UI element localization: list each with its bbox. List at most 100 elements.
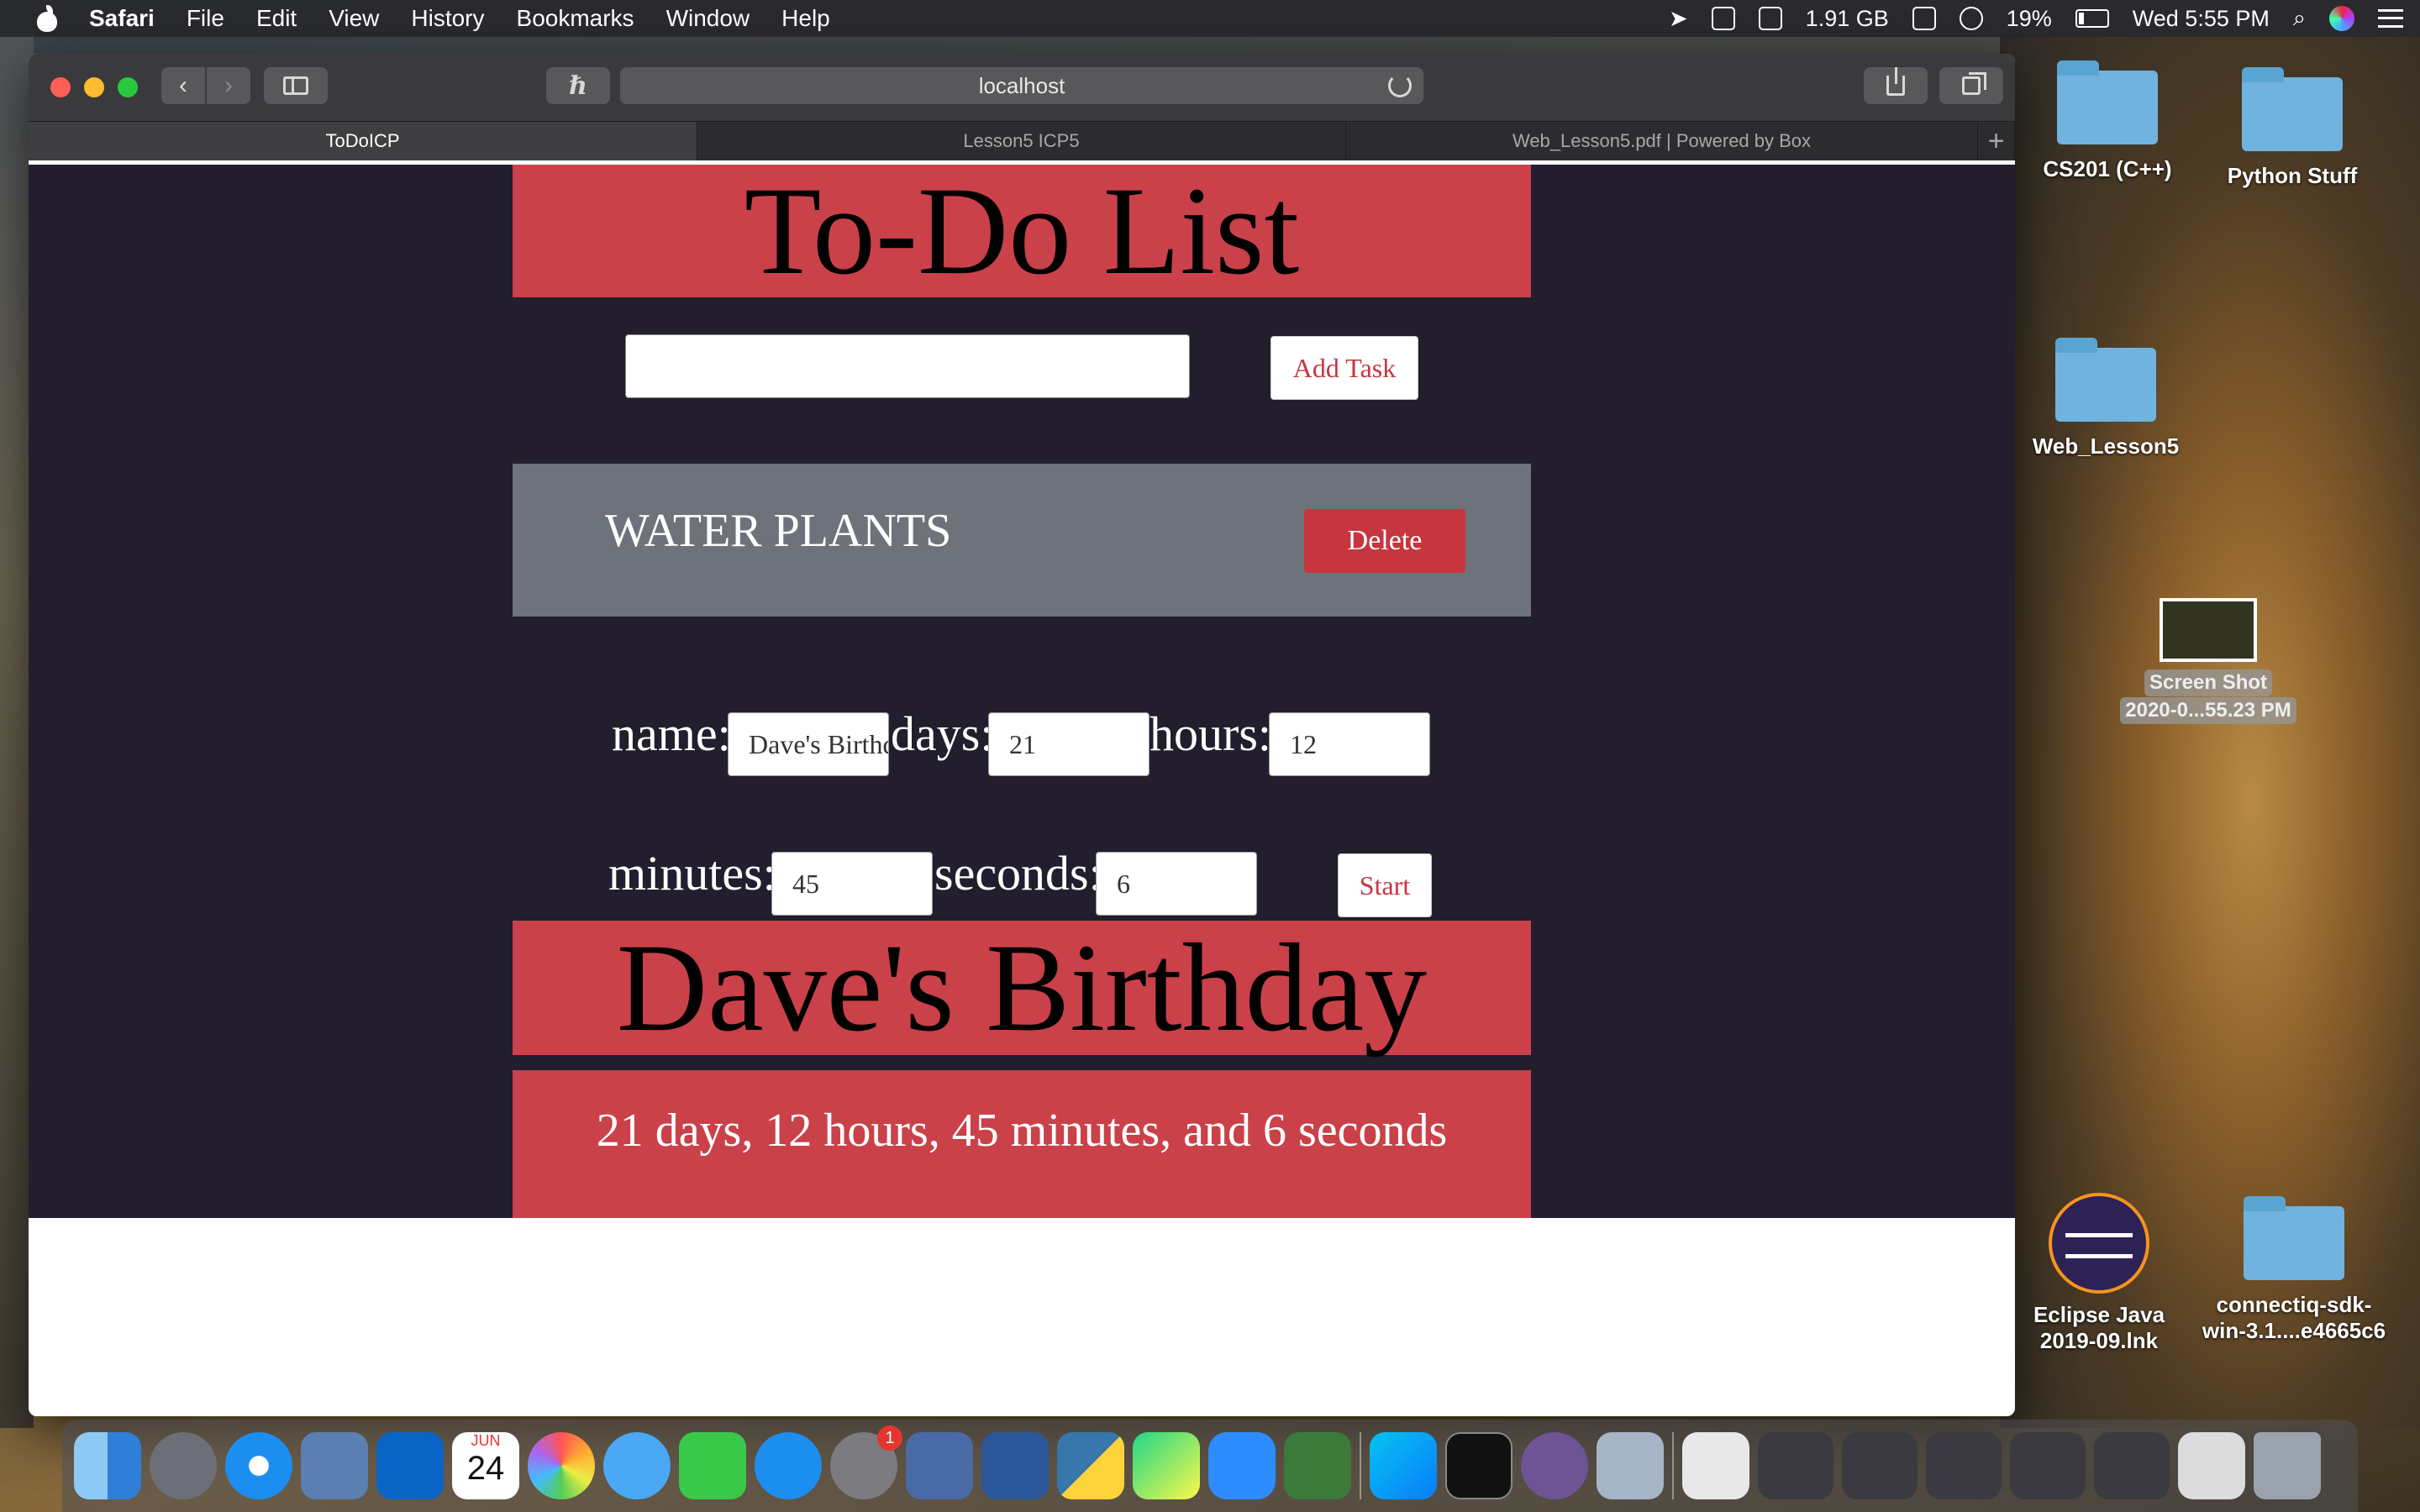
desktop-eclipse-shortcut[interactable]: Eclipse Java 2019-09.lnk (2007, 1193, 2191, 1354)
desktop-folder-connectiq[interactable]: connectiq-sdk- win-3.1....e4665c6 (2202, 1196, 2386, 1344)
photos-icon[interactable] (528, 1432, 595, 1499)
github-icon[interactable] (1521, 1432, 1588, 1499)
days-input[interactable]: 21 (988, 712, 1150, 776)
minimized-window-icon[interactable] (2094, 1432, 2170, 1499)
messages-icon[interactable] (603, 1432, 671, 1499)
desktop-icon-label-line2: 2020-0...55.23 PM (2120, 697, 2296, 724)
outlook-icon[interactable] (376, 1432, 444, 1499)
webstorm-icon[interactable] (1370, 1432, 1437, 1499)
minutes-label: minutes: (608, 846, 776, 900)
menu-edit[interactable]: Edit (256, 5, 297, 32)
calendar-icon[interactable]: JUN 24 (452, 1432, 519, 1499)
finder-icon[interactable] (74, 1432, 141, 1499)
folder-icon (2055, 338, 2156, 422)
remote-desktop-icon[interactable] (906, 1432, 973, 1499)
desktop-folder-cs201[interactable]: CS201 (C++) (2015, 60, 2200, 182)
chevron-left-icon: ‹ (179, 71, 187, 99)
dock: JUN 24 1 (62, 1420, 2358, 1512)
apple-menu-icon[interactable] (35, 5, 59, 32)
menu-app-name[interactable]: Safari (89, 5, 155, 32)
terminal-icon[interactable] (1445, 1432, 1512, 1499)
share-button[interactable] (1864, 67, 1928, 104)
desktop-icon-label-line2: win-3.1....e4665c6 (2202, 1318, 2386, 1343)
trash-icon[interactable] (2254, 1432, 2321, 1499)
desktop-screenshot-file[interactable]: Screen Shot 2020-0...55.23 PM (2116, 598, 2301, 724)
fullscreen-window-button[interactable] (118, 77, 138, 97)
spotlight-search-icon[interactable]: ⌕ (2293, 5, 2306, 32)
python-icon[interactable] (1057, 1432, 1124, 1499)
menu-view[interactable]: View (329, 5, 379, 32)
tab-lesson5-icp5[interactable]: Lesson5 ICP5 (697, 122, 1346, 160)
event-title: Dave's Birthday (513, 921, 1531, 1055)
folder-icon (2242, 67, 2343, 151)
system-preferences-icon[interactable]: 1 (830, 1425, 902, 1499)
days-label: days: (891, 706, 994, 761)
address-bar[interactable]: localhost (620, 67, 1423, 104)
preview-icon[interactable] (1597, 1432, 1664, 1499)
forward-button[interactable]: › (207, 67, 250, 104)
menu-help[interactable]: Help (781, 5, 830, 32)
reload-icon[interactable] (1388, 74, 1412, 97)
menu-bookmarks[interactable]: Bookmarks (517, 5, 634, 32)
minimized-window-icon[interactable] (1842, 1432, 1918, 1499)
sidebar-toggle-button[interactable] (264, 67, 328, 104)
minutes-input[interactable]: 45 (771, 852, 933, 916)
countdown-text: 21 days, 12 hours, 45 minutes, and 6 sec… (596, 1105, 1448, 1157)
add-task-button[interactable]: Add Task (1270, 336, 1418, 400)
minimize-window-button[interactable] (84, 77, 104, 97)
siri-icon[interactable] (2329, 6, 2354, 31)
name-label: name: (612, 706, 731, 761)
safari-icon[interactable] (225, 1432, 292, 1499)
extension-button[interactable]: ℏ (546, 67, 610, 104)
dock-separator (1360, 1432, 1361, 1499)
show-tabs-button[interactable] (1939, 67, 2003, 104)
launchpad-icon[interactable] (150, 1432, 217, 1499)
memory-icon[interactable] (1758, 7, 1782, 30)
hours-label: hours: (1150, 706, 1271, 761)
safari-window: ‹ › ℏ localhost ToDoICP Lesson5 ICP5 Web… (29, 54, 2015, 1416)
minimized-window-icon[interactable] (1926, 1432, 2002, 1499)
delete-task-button[interactable]: Delete (1304, 509, 1465, 573)
menu-window[interactable]: Window (666, 5, 750, 32)
word-icon[interactable] (981, 1432, 1049, 1499)
notification-center-icon[interactable] (2378, 9, 2403, 28)
start-button[interactable]: Start (1338, 853, 1432, 917)
menu-file[interactable]: File (187, 5, 224, 32)
task-input[interactable] (625, 334, 1190, 398)
event-name-input[interactable]: Dave's Birthday (728, 712, 889, 776)
eclipse-icon (2049, 1193, 2149, 1294)
pycharm-icon[interactable] (1133, 1432, 1200, 1499)
menu-history[interactable]: History (411, 5, 484, 32)
new-tab-button[interactable]: + (1978, 122, 2015, 160)
page-blank-area (29, 1218, 2015, 1416)
facetime-icon[interactable] (679, 1432, 746, 1499)
app-store-icon[interactable] (755, 1432, 822, 1499)
address-text: localhost (978, 72, 1065, 98)
desktop-folder-web-lesson5[interactable]: Web_Lesson5 (2013, 338, 2198, 459)
close-window-button[interactable] (50, 77, 71, 97)
battery-icon[interactable] (2075, 9, 2109, 28)
minimized-window-icon[interactable] (1758, 1432, 1833, 1499)
minimized-document-icon[interactable] (2178, 1432, 2245, 1499)
time-machine-icon[interactable] (1912, 7, 1936, 30)
location-arrow-icon[interactable]: ➤ (1669, 6, 1688, 32)
seconds-input[interactable]: 6 (1096, 852, 1257, 916)
desktop-icon-label: CS201 (C++) (2043, 156, 2172, 181)
tab-web-lesson5-pdf[interactable]: Web_Lesson5.pdf | Powered by Box (1346, 122, 1978, 160)
battery-percent[interactable]: 19% (2007, 6, 2052, 32)
tab-todoicp[interactable]: ToDoICP (29, 122, 697, 160)
camera-off-icon[interactable] (1711, 7, 1735, 30)
desktop-folder-python-stuff[interactable]: Python Stuff (2200, 67, 2385, 189)
zoom-icon[interactable] (1208, 1432, 1276, 1499)
clock[interactable]: Wed 5:55 PM (2133, 6, 2270, 32)
back-button[interactable]: ‹ (161, 67, 205, 104)
memory-readout[interactable]: 1.91 GB (1806, 6, 1889, 32)
mail-stamp-icon[interactable] (301, 1432, 368, 1499)
android-studio-icon[interactable] (1284, 1432, 1351, 1499)
creative-cloud-icon[interactable] (1959, 7, 1983, 30)
minimized-window-icon[interactable] (2010, 1432, 2086, 1499)
hours-input[interactable]: 12 (1269, 712, 1430, 776)
zip-file-icon[interactable] (1682, 1432, 1749, 1499)
seconds-label: seconds: (934, 846, 1102, 900)
dock-separator (1672, 1432, 1674, 1499)
